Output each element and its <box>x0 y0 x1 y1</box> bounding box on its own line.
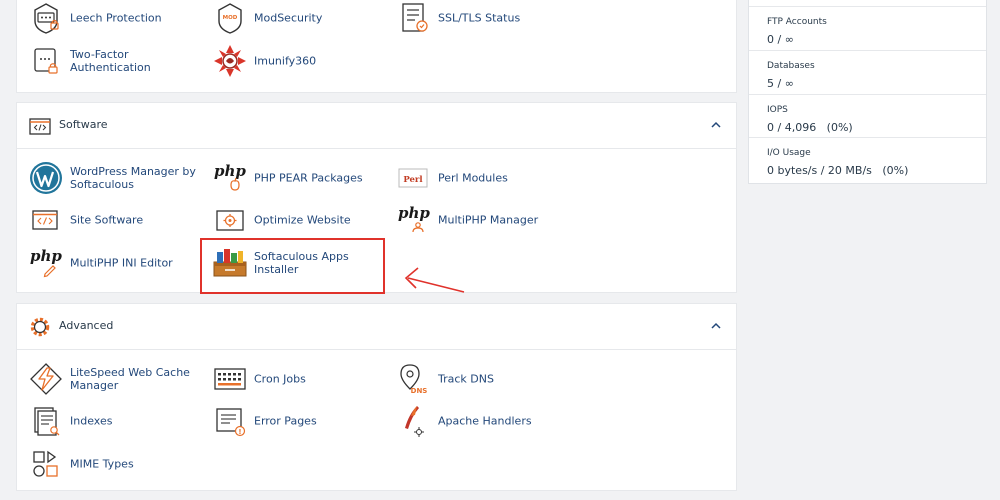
stat-io-usage: I/O Usage 0 bytes/s / 20 MB/s (0%) <box>749 137 986 181</box>
leech-protection-label: Leech Protection <box>70 11 162 25</box>
php-pear-icon: php <box>214 162 246 191</box>
stat-name: IOPS <box>767 105 788 115</box>
php-pear-link[interactable]: php PHP PEAR Packages <box>213 158 393 198</box>
stat-value: 5 / ∞ <box>767 77 794 90</box>
advanced-panel-header[interactable]: Advanced <box>17 304 736 350</box>
litespeed-label: LiteSpeed Web Cache Manager <box>70 366 190 392</box>
svg-text:php: php <box>398 204 430 222</box>
statistics-panel: FTP Accounts 0 / ∞ Databases 5 / ∞ IOPS … <box>748 0 987 184</box>
multiphp-manager-label: MultiPHP Manager <box>438 213 539 227</box>
modsecurity-label: ModSecurity <box>254 11 323 25</box>
gear-icon <box>30 317 50 337</box>
ssl-status-icon <box>402 3 428 32</box>
svg-text:!: ! <box>238 428 241 436</box>
stat-databases: Databases 5 / ∞ <box>749 50 986 94</box>
stat-name: I/O Usage <box>767 148 811 158</box>
stat-ftp-accounts: FTP Accounts 0 / ∞ <box>749 6 986 50</box>
advanced-panel: Advanced LiteSpeed Web Cache Manager Cro… <box>16 303 737 491</box>
annotation-arrow-icon <box>404 267 465 293</box>
litespeed-icon <box>30 363 62 395</box>
apache-handlers-icon <box>405 406 424 437</box>
site-software-link[interactable]: Site Software <box>29 200 209 240</box>
wordpress-manager-link[interactable]: WordPress Manager by Softaculous <box>29 158 209 198</box>
indexes-icon <box>34 407 60 436</box>
cron-jobs-label: Cron Jobs <box>254 372 306 386</box>
apache-handlers-label: Apache Handlers <box>438 414 532 428</box>
track-dns-label: Track DNS <box>438 372 494 386</box>
stat-value: 0 / 4,096 (0%) <box>767 121 853 134</box>
cron-jobs-link[interactable]: Cron Jobs <box>213 359 393 399</box>
annotation-highlight-box <box>200 238 385 294</box>
stat-value: 0 / ∞ <box>767 33 794 46</box>
code-window-icon <box>29 118 51 135</box>
perl-modules-label: Perl Modules <box>438 171 508 185</box>
ssl-status-link[interactable]: SSL/TLS Status <box>397 0 577 38</box>
two-factor-label: Two-Factor Authentication <box>70 48 151 74</box>
imunify360-label: Imunify360 <box>254 54 317 68</box>
indexes-link[interactable]: Indexes <box>29 401 209 441</box>
two-factor-link[interactable]: Two-Factor Authentication <box>29 41 209 81</box>
stat-name: FTP Accounts <box>767 17 827 27</box>
leech-protection-link[interactable]: Leech Protection <box>29 0 209 38</box>
wordpress-icon <box>30 162 62 194</box>
indexes-label: Indexes <box>70 414 113 428</box>
wordpress-manager-label: WordPress Manager by Softaculous <box>70 165 196 191</box>
multiphp-ini-icon: php <box>30 247 62 278</box>
site-software-label: Site Software <box>70 213 144 227</box>
litespeed-link[interactable]: LiteSpeed Web Cache Manager <box>29 359 209 399</box>
chevron-up-icon[interactable] <box>710 119 722 131</box>
multiphp-ini-editor-link[interactable]: php MultiPHP INI Editor <box>29 243 209 283</box>
stat-name: Databases <box>767 61 815 71</box>
security-panel: Leech Protection MOD ModSecurity SSL/TLS… <box>16 0 737 93</box>
optimize-website-link[interactable]: Optimize Website <box>213 200 393 240</box>
chevron-up-icon[interactable] <box>710 320 722 332</box>
multiphp-ini-editor-label: MultiPHP INI Editor <box>70 256 173 270</box>
two-factor-icon <box>34 48 58 74</box>
leech-protection-icon <box>34 3 59 34</box>
modsecurity-icon: MOD <box>218 3 242 34</box>
perl-icon: Perl <box>398 168 428 188</box>
advanced-panel-title: Advanced <box>59 319 114 332</box>
svg-text:Perl: Perl <box>403 175 423 185</box>
track-dns-icon: DNS <box>400 364 428 395</box>
imunify360-link[interactable]: Imunify360 <box>213 41 393 81</box>
error-pages-icon: ! <box>216 408 246 437</box>
svg-text:php: php <box>214 162 246 180</box>
mime-types-label: MIME Types <box>70 457 134 471</box>
error-pages-label: Error Pages <box>254 414 317 428</box>
perl-modules-link[interactable]: Perl Perl Modules <box>397 158 577 198</box>
ssl-status-label: SSL/TLS Status <box>438 11 521 25</box>
optimize-website-icon <box>216 210 244 231</box>
php-pear-label: PHP PEAR Packages <box>254 171 363 185</box>
optimize-website-label: Optimize Website <box>254 213 351 227</box>
modsecurity-link[interactable]: MOD ModSecurity <box>213 0 393 38</box>
stat-value: 0 bytes/s / 20 MB/s (0%) <box>767 164 909 177</box>
software-panel-header[interactable]: Software <box>17 103 736 149</box>
software-panel-title: Software <box>59 118 108 131</box>
track-dns-link[interactable]: DNS Track DNS <box>397 359 577 399</box>
imunify360-icon <box>214 45 246 77</box>
site-software-icon <box>32 210 58 230</box>
cron-jobs-icon <box>214 368 246 390</box>
stat-iops: IOPS 0 / 4,096 (0%) <box>749 94 986 138</box>
svg-text:php: php <box>30 247 62 265</box>
mime-types-link[interactable]: MIME Types <box>29 444 209 484</box>
error-pages-link[interactable]: ! Error Pages <box>213 401 393 441</box>
svg-text:MOD: MOD <box>223 15 238 21</box>
multiphp-manager-link[interactable]: php MultiPHP Manager <box>397 200 577 240</box>
multiphp-manager-icon: php <box>398 204 430 233</box>
mime-types-icon <box>33 450 58 477</box>
svg-text:DNS: DNS <box>411 387 428 395</box>
apache-handlers-link[interactable]: Apache Handlers <box>397 401 577 441</box>
